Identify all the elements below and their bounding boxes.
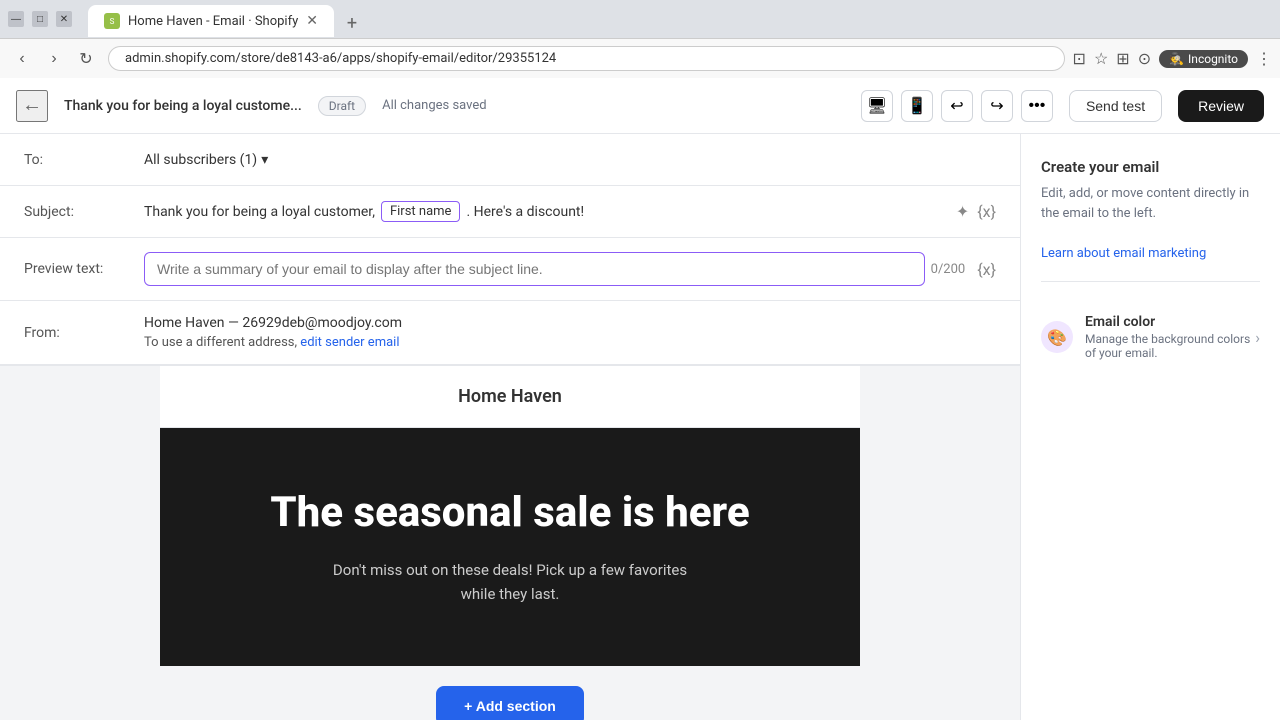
active-tab[interactable]: S Home Haven - Email · Shopify ✕ bbox=[88, 5, 334, 37]
mobile-view-button[interactable]: 📱 bbox=[901, 90, 933, 122]
preview-value: 0/200 {x} bbox=[144, 252, 996, 286]
redo-button[interactable]: ↪ bbox=[981, 90, 1013, 122]
char-count: 0/200 bbox=[931, 262, 966, 277]
email-color-chevron-icon: › bbox=[1255, 328, 1260, 347]
preview-label: Preview text: bbox=[24, 261, 144, 277]
review-button[interactable]: Review bbox=[1178, 90, 1264, 122]
more-options-button[interactable]: ••• bbox=[1021, 90, 1053, 122]
to-value: All subscribers (1) ▾ bbox=[144, 152, 996, 168]
subscribers-text: All subscribers (1) bbox=[144, 152, 257, 168]
create-email-desc: Edit, add, or move content directly in t… bbox=[1041, 184, 1260, 223]
email-editor: To: All subscribers (1) ▾ Subject: Than bbox=[0, 134, 1020, 720]
hero-body-line1: Don't miss out on these deals! Pick up a… bbox=[200, 558, 820, 582]
incognito-badge: 🕵 Incognito bbox=[1159, 50, 1248, 68]
undo-button[interactable]: ↩ bbox=[941, 90, 973, 122]
email-brand: Home Haven bbox=[160, 366, 860, 428]
tab-bar: S Home Haven - Email · Shopify ✕ + bbox=[80, 1, 374, 37]
from-field-row: From: Home Haven — 26929deb@moodjoy.com … bbox=[0, 301, 1020, 365]
url-bar[interactable]: admin.shopify.com/store/de8143-a6/apps/s… bbox=[108, 46, 1065, 71]
reload-button[interactable]: ↻ bbox=[72, 45, 100, 73]
desktop-view-button[interactable]: 🖥 bbox=[861, 90, 893, 122]
color-icon: 🎨 bbox=[1041, 321, 1073, 353]
email-title: Thank you for being a loyal custome... bbox=[64, 98, 302, 114]
subscribers-dropdown[interactable]: All subscribers (1) ▾ bbox=[144, 152, 268, 168]
close-tab-icon[interactable]: ✕ bbox=[306, 13, 318, 29]
from-address: Home Haven — 26929deb@moodjoy.com bbox=[144, 315, 402, 331]
tab-title: Home Haven - Email · Shopify bbox=[128, 14, 298, 29]
learn-email-marketing-link[interactable]: Learn about email marketing bbox=[1041, 246, 1206, 261]
right-sidebar: Create your email Edit, add, or move con… bbox=[1020, 134, 1280, 720]
nav-buttons: ‹ › ↻ bbox=[8, 45, 100, 73]
from-label: From: bbox=[24, 325, 144, 341]
edit-sender-email-link[interactable]: edit sender email bbox=[300, 335, 399, 350]
preview-variables-icon[interactable]: {x} bbox=[977, 260, 996, 279]
subject-value: Thank you for being a loyal customer, Fi… bbox=[144, 201, 956, 222]
email-color-row[interactable]: 🎨 Email color Manage the background colo… bbox=[1041, 302, 1260, 372]
header-icons: 🖥 📱 ↩ ↪ ••• bbox=[861, 90, 1053, 122]
tab-favicon: S bbox=[104, 13, 120, 29]
screen-share-icon[interactable]: ⊡ bbox=[1073, 49, 1086, 68]
profile-icon[interactable]: ⊙ bbox=[1138, 49, 1151, 68]
incognito-label: Incognito bbox=[1188, 52, 1238, 66]
to-label: To: bbox=[24, 152, 144, 168]
email-color-desc: Manage the background colors of your ema… bbox=[1085, 332, 1255, 360]
first-name-tag[interactable]: First name bbox=[381, 201, 460, 222]
create-email-section: Create your email Edit, add, or move con… bbox=[1041, 158, 1260, 282]
address-bar: ‹ › ↻ admin.shopify.com/store/de8143-a6/… bbox=[0, 38, 1280, 78]
back-to-list-button[interactable]: ← bbox=[16, 90, 48, 122]
extensions-icon[interactable]: ⊞ bbox=[1116, 49, 1129, 68]
hero-body-line2: while they last. bbox=[200, 582, 820, 606]
window-maximize[interactable]: □ bbox=[32, 11, 48, 27]
email-body: Home Haven The seasonal sale is here Don… bbox=[160, 366, 860, 666]
bookmark-icon[interactable]: ☆ bbox=[1094, 49, 1108, 68]
main-content: To: All subscribers (1) ▾ Subject: Than bbox=[0, 134, 1280, 720]
email-hero[interactable]: The seasonal sale is here Don't miss out… bbox=[160, 428, 860, 666]
hero-title: The seasonal sale is here bbox=[200, 488, 820, 538]
forward-button[interactable]: › bbox=[40, 45, 68, 73]
subject-label: Subject: bbox=[24, 204, 144, 220]
email-preview: Home Haven The seasonal sale is here Don… bbox=[0, 366, 1020, 720]
window-close[interactable]: ✕ bbox=[56, 11, 72, 27]
app-header: ← Thank you for being a loyal custome...… bbox=[0, 78, 1280, 134]
from-hint: To use a different address, edit sender … bbox=[144, 335, 402, 350]
new-tab-button[interactable]: + bbox=[338, 9, 366, 37]
incognito-icon: 🕵 bbox=[1169, 52, 1184, 66]
window-controls: — □ ✕ bbox=[8, 11, 72, 27]
add-section-button[interactable]: + Add section bbox=[436, 686, 584, 720]
variables-icon[interactable]: {x} bbox=[977, 202, 996, 221]
saved-status: All changes saved bbox=[382, 98, 487, 113]
subject-icons: ✦ {x} bbox=[956, 202, 996, 221]
browser-window: — □ ✕ S Home Haven - Email · Shopify ✕ +… bbox=[0, 0, 1280, 720]
create-email-title: Create your email bbox=[1041, 158, 1260, 176]
draft-badge: Draft bbox=[318, 96, 366, 116]
from-value: Home Haven — 26929deb@moodjoy.com To use… bbox=[144, 315, 402, 350]
send-test-button[interactable]: Send test bbox=[1069, 90, 1162, 122]
editor-fields: To: All subscribers (1) ▾ Subject: Than bbox=[0, 134, 1020, 366]
add-section-container: + Add section bbox=[0, 666, 1020, 720]
color-info: Email color Manage the background colors… bbox=[1085, 314, 1255, 360]
preview-text-field-row: Preview text: 0/200 {x} bbox=[0, 238, 1020, 301]
ai-enhance-icon[interactable]: ✦ bbox=[956, 202, 969, 221]
menu-icon[interactable]: ⋮ bbox=[1256, 49, 1272, 68]
subject-suffix: . Here's a discount! bbox=[466, 204, 584, 220]
back-button[interactable]: ‹ bbox=[8, 45, 36, 73]
preview-text-input[interactable] bbox=[144, 252, 925, 286]
window-minimize[interactable]: — bbox=[8, 11, 24, 27]
browser-icons: ⊡ ☆ ⊞ ⊙ 🕵 Incognito ⋮ bbox=[1073, 49, 1272, 68]
url-text: admin.shopify.com/store/de8143-a6/apps/s… bbox=[125, 51, 556, 66]
email-color-title: Email color bbox=[1085, 314, 1255, 330]
title-bar: — □ ✕ S Home Haven - Email · Shopify ✕ + bbox=[0, 0, 1280, 38]
to-field-row: To: All subscribers (1) ▾ bbox=[0, 134, 1020, 186]
dropdown-chevron-icon: ▾ bbox=[261, 152, 268, 168]
subject-field-row: Subject: Thank you for being a loyal cus… bbox=[0, 186, 1020, 238]
subject-prefix: Thank you for being a loyal customer, bbox=[144, 204, 375, 220]
